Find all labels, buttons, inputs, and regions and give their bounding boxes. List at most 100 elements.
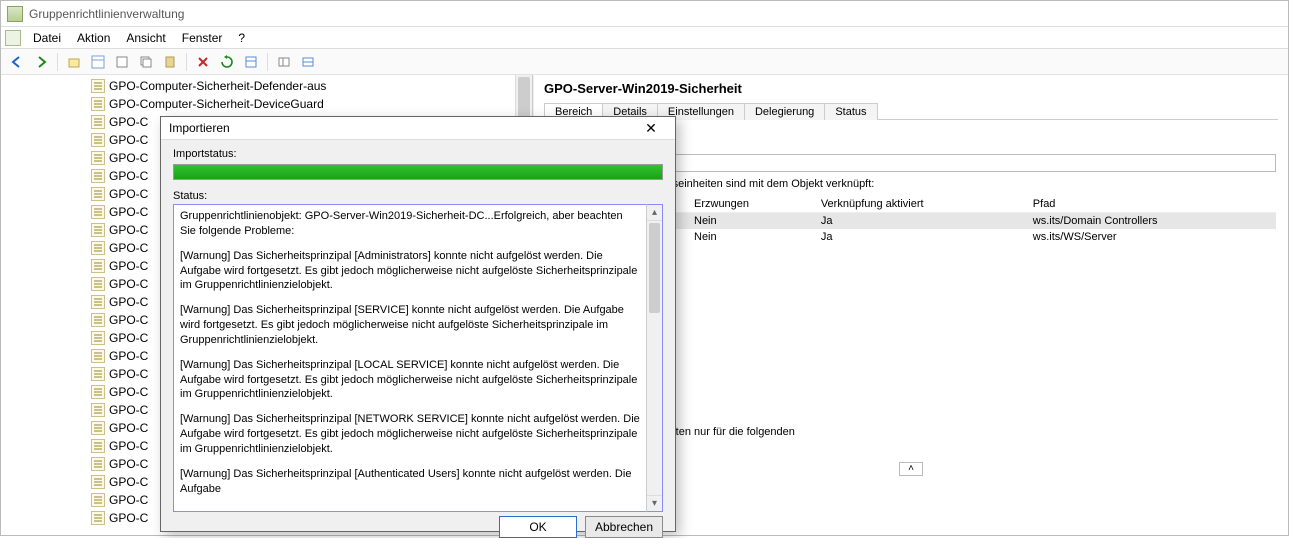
gpo-icon xyxy=(91,331,105,345)
gpo-icon xyxy=(91,349,105,363)
status-message: [Warnung] Das Sicherheitsprinzipal [Auth… xyxy=(180,467,640,497)
gpo-icon xyxy=(91,205,105,219)
scrollbar-thumb[interactable] xyxy=(649,223,660,313)
tree-item-label: GPO-C xyxy=(109,403,148,417)
tab-status[interactable]: Status xyxy=(824,103,877,120)
tree-item-label: GPO-C xyxy=(109,187,148,201)
tree-item-label: GPO-C xyxy=(109,313,148,327)
filter-icon[interactable] xyxy=(298,52,318,72)
tree-item-label: GPO-C xyxy=(109,295,148,309)
status-message: [Warnung] Das Sicherheitsprinzipal [NETW… xyxy=(180,412,640,457)
menu-action[interactable]: Aktion xyxy=(69,29,118,47)
app-icon xyxy=(7,6,23,22)
status-label: Status: xyxy=(173,190,663,202)
col-link-enabled[interactable]: Verknüpfung aktiviert xyxy=(813,196,1025,213)
app-window: Gruppenrichtlinienverwaltung Datei Aktio… xyxy=(0,0,1289,536)
dialog-title: Importieren xyxy=(169,121,230,135)
menu-view[interactable]: Ansicht xyxy=(118,29,173,47)
gpo-icon xyxy=(91,385,105,399)
progress-bar xyxy=(173,164,663,180)
tree-item-label: GPO-C xyxy=(109,259,148,273)
gpo-icon xyxy=(91,295,105,309)
import-dialog: Importieren ✕ Importstatus: Status: Grup… xyxy=(160,116,676,532)
tree-item-label: GPO-C xyxy=(109,349,148,363)
gpo-icon xyxy=(91,133,105,147)
tree-item-label: GPO-C xyxy=(109,457,148,471)
delete-icon[interactable] xyxy=(193,52,213,72)
tree-item-label: GPO-C xyxy=(109,367,148,381)
copy-icon[interactable] xyxy=(136,52,156,72)
menu-file[interactable]: Datei xyxy=(25,29,69,47)
gpo-icon xyxy=(91,475,105,489)
tree-item-label: GPO-C xyxy=(109,475,148,489)
col-enforced[interactable]: Erzwungen xyxy=(686,196,813,213)
forward-icon[interactable] xyxy=(31,52,51,72)
up-icon[interactable] xyxy=(64,52,84,72)
cancel-button[interactable]: Abbrechen xyxy=(585,516,663,538)
tree-item-label: GPO-C xyxy=(109,133,148,147)
gpo-icon xyxy=(91,151,105,165)
tree-item-label: GPO-C xyxy=(109,115,148,129)
refresh-icon[interactable] xyxy=(217,52,237,72)
tree-icon[interactable] xyxy=(88,52,108,72)
menu-window[interactable]: Fenster xyxy=(174,29,231,47)
scroll-down-icon[interactable]: ▾ xyxy=(647,495,662,511)
ok-button[interactable]: OK xyxy=(499,516,577,538)
columns-icon[interactable] xyxy=(274,52,294,72)
gpo-icon xyxy=(91,511,105,525)
gpo-icon xyxy=(91,421,105,435)
gpo-icon xyxy=(91,79,105,93)
tree-item[interactable]: GPO-Computer-Sicherheit-DeviceGuard xyxy=(7,95,532,113)
menu-app-icon xyxy=(5,30,21,46)
toolbar-separator xyxy=(267,53,268,71)
tree-item-label: GPO-C xyxy=(109,205,148,219)
status-scrollbar[interactable]: ▴ ▾ xyxy=(646,204,663,512)
tree-item-label: GPO-C xyxy=(109,151,148,165)
titlebar: Gruppenrichtlinienverwaltung xyxy=(1,1,1288,27)
gpo-icon xyxy=(91,439,105,453)
status-message: [Warnung] Das Sicherheitsprinzipal [Admi… xyxy=(180,249,640,294)
import-status-label: Importstatus: xyxy=(173,148,663,160)
tree-item-label: GPO-C xyxy=(109,223,148,237)
new-icon[interactable] xyxy=(112,52,132,72)
menubar: Datei Aktion Ansicht Fenster ? xyxy=(1,27,1288,49)
gpo-icon xyxy=(91,187,105,201)
tree-item-label: GPO-Computer-Sicherheit-DeviceGuard xyxy=(109,97,324,111)
detail-title: GPO-Server-Win2019-Sicherheit xyxy=(544,81,1278,96)
tree-item-label: GPO-C xyxy=(109,241,148,255)
domain-dropdown[interactable]: ws.its xyxy=(584,154,1276,172)
status-message: [Warnung] Das Sicherheitsprinzipal [SERV… xyxy=(180,303,640,348)
tree-item[interactable]: GPO-Computer-Sicherheit-Defender-aus xyxy=(7,77,532,95)
window-title: Gruppenrichtlinienverwaltung xyxy=(29,7,184,21)
menu-help[interactable]: ? xyxy=(230,29,253,47)
tree-item-label: GPO-C xyxy=(109,331,148,345)
toolbar-separator xyxy=(57,53,58,71)
tree-item-label: GPO-C xyxy=(109,493,148,507)
chevron-up-icon: ˄ xyxy=(908,463,914,474)
tab-delegierung[interactable]: Delegierung xyxy=(744,103,825,120)
tree-item-label: GPO-C xyxy=(109,277,148,291)
gpo-icon xyxy=(91,277,105,291)
gpo-icon xyxy=(91,223,105,237)
gpo-icon xyxy=(91,241,105,255)
scroll-up-icon[interactable]: ▴ xyxy=(647,205,662,221)
tree-item-label: GPO-C xyxy=(109,439,148,453)
collapse-button[interactable]: ˄ xyxy=(899,462,923,476)
dialog-buttons: OK Abbrechen xyxy=(161,516,675,538)
col-path[interactable]: Pfad xyxy=(1025,196,1276,213)
paste-icon[interactable] xyxy=(160,52,180,72)
properties-icon[interactable] xyxy=(241,52,261,72)
gpo-icon xyxy=(91,169,105,183)
gpo-icon xyxy=(91,259,105,273)
close-button[interactable]: ✕ xyxy=(635,117,667,139)
back-icon[interactable] xyxy=(7,52,27,72)
tree-item-label: GPO-C xyxy=(109,511,148,525)
tree-item-label: GPO-Computer-Sicherheit-Defender-aus xyxy=(109,79,326,93)
close-icon: ✕ xyxy=(645,120,657,137)
status-textbox[interactable]: Gruppenrichtlinienobjekt: GPO-Server-Win… xyxy=(173,204,646,512)
dialog-titlebar: Importieren ✕ xyxy=(161,117,675,140)
status-message: Gruppenrichtlinienobjekt: GPO-Server-Win… xyxy=(180,209,640,239)
gpo-icon xyxy=(91,313,105,327)
tree-item-label: GPO-C xyxy=(109,169,148,183)
gpo-icon xyxy=(91,367,105,381)
